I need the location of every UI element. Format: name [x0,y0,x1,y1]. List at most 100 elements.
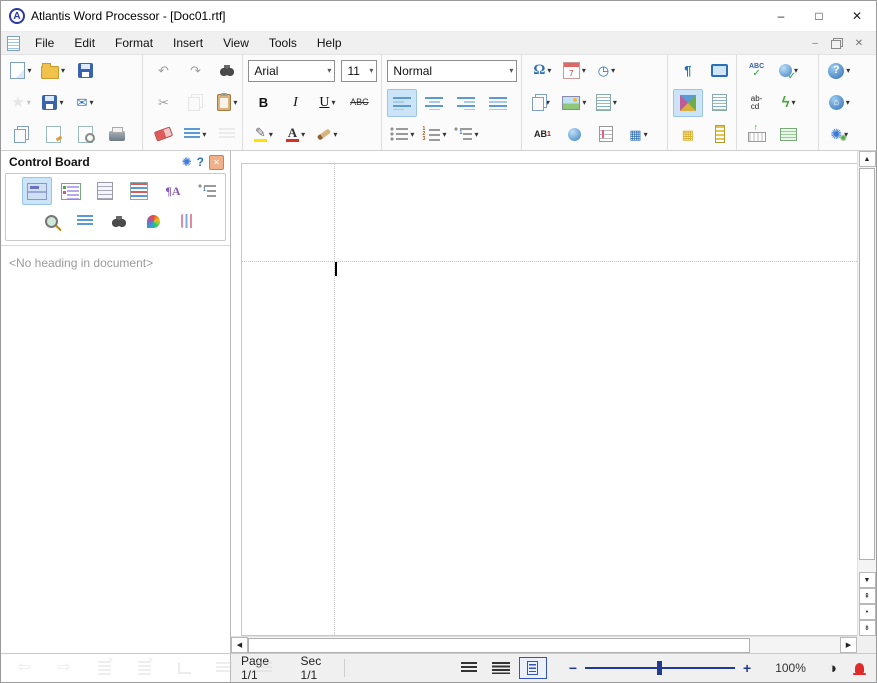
insert-footnote[interactable]: AB [527,120,557,148]
online-view-button[interactable] [487,657,515,679]
options[interactable]: ✺▾ [824,120,854,148]
help[interactable]: ?▾ [824,57,854,85]
search-pane[interactable] [104,207,134,235]
autocorrect[interactable] [774,120,804,148]
bold[interactable]: B [248,89,278,117]
browse-object-button[interactable]: • [859,604,876,620]
align-right[interactable] [451,89,481,117]
headings-pane[interactable] [22,177,52,205]
new-document-dropdown-icon[interactable]: ▾ [27,66,31,75]
formatting-marks[interactable]: ¶ [673,57,703,85]
zoom-in-button[interactable]: + [735,660,759,676]
scroll-down-button[interactable]: ▼ [859,572,876,588]
align-justify[interactable] [483,89,513,117]
vertical-scrollbar[interactable]: ▲ ▼ ⇞ • ⇟ [857,151,876,636]
multilevel-list-dropdown-icon[interactable]: ▾ [474,130,478,139]
art-pane[interactable] [138,207,168,235]
bulleted-list[interactable]: ▾ [387,120,417,148]
send-mail-dropdown-icon[interactable]: ▾ [89,98,93,107]
align-left[interactable] [387,89,417,117]
horizontal-scroll-thumb[interactable] [248,638,750,653]
zoom-pane[interactable] [36,207,66,235]
language[interactable]: ▾ [774,57,804,85]
format-painter[interactable]: ▾ [312,120,342,148]
insert-picture-dropdown-icon[interactable]: ▾ [582,98,586,107]
insert-file-dropdown-icon[interactable]: ▾ [546,98,550,107]
save-special[interactable]: ▾ [38,89,68,117]
italic[interactable]: I [280,89,310,117]
align-center[interactable] [419,89,449,117]
insert-time[interactable]: ◷▾ [591,57,621,85]
ruler-toggle[interactable] [705,120,735,148]
menu-help[interactable]: Help [307,32,352,54]
style-combo[interactable]: Normal▾ [387,60,517,82]
insert-bookmark[interactable] [591,120,621,148]
open-document[interactable]: ▾ [38,57,68,85]
clipboard-pane[interactable] [90,177,120,205]
insert-file[interactable]: ▾ [527,89,557,117]
insert-text-block-dropdown-icon[interactable]: ▾ [613,98,617,107]
insert-hyperlink[interactable] [559,120,589,148]
full-screen[interactable] [705,57,735,85]
document-properties[interactable] [38,120,68,148]
zoom-slider[interactable] [585,667,735,669]
font-color-dropdown-icon[interactable]: ▾ [301,130,305,139]
outline-pane[interactable] [192,177,222,205]
keyboard-layout[interactable] [742,120,772,148]
insert-table-dropdown-icon[interactable]: ▾ [644,130,648,139]
paragraph-presets[interactable]: ▾ [180,120,210,148]
strikethrough[interactable]: ABC [344,89,374,117]
control-board-close-icon[interactable]: ✕ [209,155,224,170]
scroll-right-button[interactable]: ▶ [840,637,857,653]
highlighter-dropdown-icon[interactable]: ▾ [269,130,273,139]
document-system-icon[interactable] [7,36,20,51]
style-combo-dropdown-icon[interactable]: ▾ [509,66,513,75]
hyphenation[interactable]: ab- cd [742,89,772,117]
insert-date[interactable]: 7▾ [559,57,589,85]
numbered-list-dropdown-icon[interactable]: ▾ [442,130,446,139]
notification-bell-icon[interactable] [855,663,864,673]
underline[interactable]: U▾ [312,89,342,117]
bulleted-list-dropdown-icon[interactable]: ▾ [410,130,414,139]
format-painter-dropdown-icon[interactable]: ▾ [333,130,337,139]
zoom-out-button[interactable]: − [561,660,585,676]
page-layout-view-button[interactable] [519,657,547,679]
spellcheck[interactable]: ABC [742,57,772,85]
draft-view-button[interactable] [455,657,483,679]
numbered-list[interactable]: ▾ [419,120,449,148]
menu-format[interactable]: Format [105,32,163,54]
menu-view[interactable]: View [213,32,259,54]
paragraph-presets-dropdown-icon[interactable]: ▾ [202,130,206,139]
power-type-dropdown-icon[interactable]: ▾ [792,98,796,107]
previous-page-button[interactable]: ⇞ [859,588,876,604]
save[interactable] [70,57,100,85]
scroll-left-button[interactable]: ◀ [231,637,248,653]
font-size-combo[interactable]: 11▾ [341,60,377,82]
power-type[interactable]: ϟ▾ [774,89,804,117]
send-mail[interactable]: ✉▾ [70,89,100,117]
favorites-dropdown-icon[interactable]: ▾ [27,98,31,107]
paste-dropdown-icon[interactable]: ▾ [233,98,237,107]
paragraph-pane[interactable] [70,207,100,235]
clone-document[interactable] [6,120,36,148]
print[interactable] [102,120,132,148]
insert-time-dropdown-icon[interactable]: ▾ [611,66,615,75]
menu-insert[interactable]: Insert [163,32,213,54]
clipboard-panel[interactable] [705,89,735,117]
atlantis-web-dropdown-icon[interactable]: ▾ [846,98,850,107]
new-document[interactable]: ▾ [6,57,36,85]
find[interactable] [212,57,242,85]
print-preview[interactable] [70,120,100,148]
highlighter[interactable]: ✎▾ [248,120,278,148]
insert-symbol[interactable]: Ω▾ [527,57,557,85]
minimize-button[interactable]: – [762,1,800,31]
scroll-up-button[interactable]: ▲ [859,151,876,167]
open-document-dropdown-icon[interactable]: ▾ [61,66,65,75]
insert-symbol-dropdown-icon[interactable]: ▾ [547,66,551,75]
insert-date-dropdown-icon[interactable]: ▾ [582,66,586,75]
mdi-restore-button[interactable] [826,34,848,52]
next-page-button[interactable]: ⇟ [859,620,876,636]
atlantis-web[interactable]: ⌂▾ [824,89,854,117]
zoom-slider-handle[interactable] [657,661,662,675]
clips-pane[interactable] [172,207,202,235]
